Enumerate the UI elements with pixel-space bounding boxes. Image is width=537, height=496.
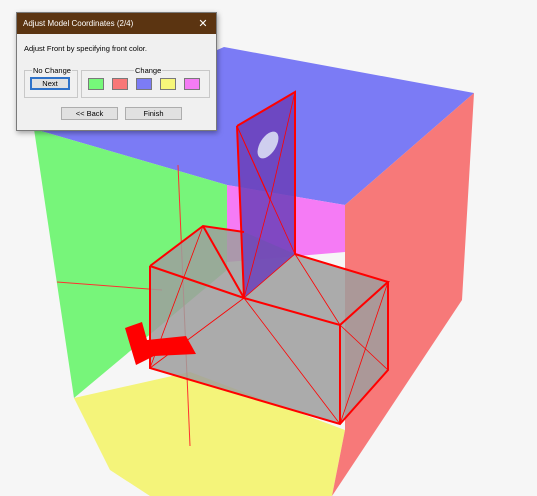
swatch-yellow-button[interactable] [160, 78, 176, 90]
swatch-blue-button[interactable] [136, 78, 152, 90]
no-change-label: No Change [32, 66, 72, 75]
finish-button[interactable]: Finish [125, 107, 182, 120]
instruction-text: Adjust Front by specifying front color. [24, 44, 147, 53]
dialog-title: Adjust Model Coordinates (2/4) [23, 19, 134, 28]
change-group: Change [81, 66, 210, 98]
dialog-titlebar[interactable]: Adjust Model Coordinates (2/4) ✕ [17, 13, 216, 34]
back-button[interactable]: << Back [61, 107, 118, 120]
change-label: Change [134, 66, 163, 75]
no-change-group: No Change Next [24, 66, 78, 98]
close-icon[interactable]: ✕ [196, 17, 210, 31]
swatch-red-button[interactable] [112, 78, 128, 90]
swatch-green-button[interactable] [88, 78, 104, 90]
next-button[interactable]: Next [30, 77, 70, 90]
adjust-model-coordinates-dialog: Adjust Model Coordinates (2/4) ✕ Adjust … [16, 12, 217, 131]
swatch-magenta-button[interactable] [184, 78, 200, 90]
